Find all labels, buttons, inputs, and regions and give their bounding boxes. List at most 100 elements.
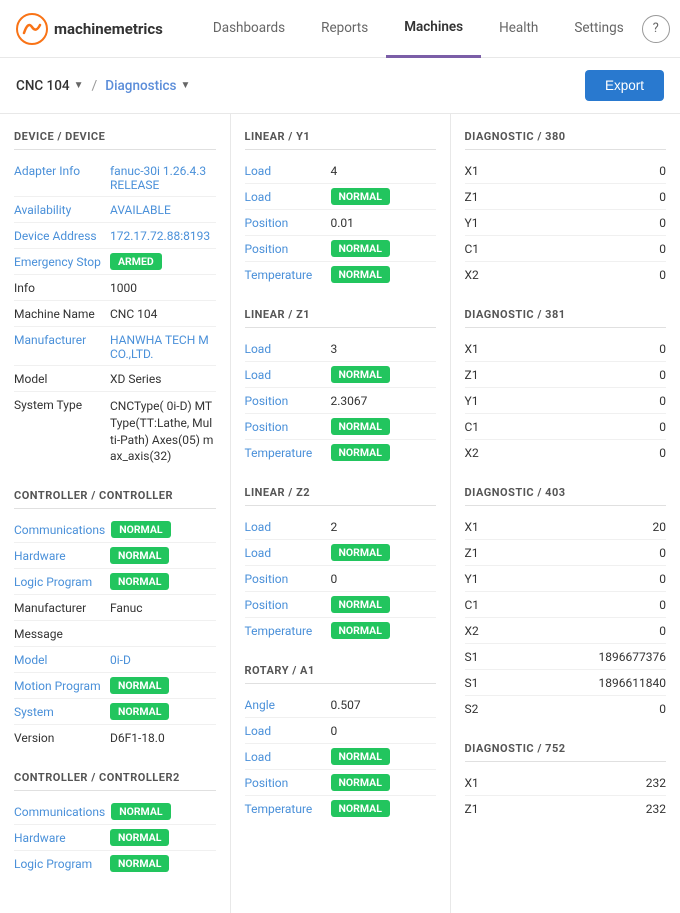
row-label: S2 bbox=[465, 700, 493, 716]
row-label: Load bbox=[245, 340, 325, 356]
row-label: Availability bbox=[14, 201, 104, 217]
section-title: DIAGNOSTIC / 752 bbox=[465, 742, 667, 762]
table-row: Load0 bbox=[245, 718, 436, 744]
row-value: 0 bbox=[499, 266, 667, 282]
row-label: X1 bbox=[465, 518, 493, 534]
status-badge: ARMED bbox=[110, 253, 162, 270]
nav-link-dashboards[interactable]: Dashboards bbox=[195, 0, 303, 58]
section-2: DIAGNOSTIC / 403X120Z10Y10C10X20S1189667… bbox=[465, 486, 667, 722]
row-label: X1 bbox=[465, 162, 493, 178]
help-button[interactable]: ? bbox=[642, 15, 670, 43]
row-value: 1896611840 bbox=[499, 674, 667, 690]
section-title: LINEAR / Y1 bbox=[245, 130, 436, 150]
row-label: X2 bbox=[465, 266, 493, 282]
row-label: S1 bbox=[465, 648, 493, 664]
table-row: Position NORMAL bbox=[245, 592, 436, 618]
row-label: Version bbox=[14, 729, 104, 745]
status-badge: NORMAL bbox=[110, 703, 169, 720]
section-2: LINEAR / Z2Load2LoadNORMALPosition0Posit… bbox=[245, 486, 436, 644]
nav-link-reports[interactable]: Reports bbox=[303, 0, 386, 58]
table-row: LoadNORMAL bbox=[245, 744, 436, 770]
row-label: Manufacturer bbox=[14, 599, 104, 615]
nav-link-machines[interactable]: Machines bbox=[386, 0, 481, 58]
row-label: Position bbox=[245, 774, 325, 790]
nav-link-settings[interactable]: Settings bbox=[556, 0, 641, 58]
table-row: S11896677376 bbox=[465, 644, 667, 670]
table-row: X10 bbox=[465, 158, 667, 184]
logo: machinemetrics bbox=[16, 13, 163, 45]
mid-column: LINEAR / Y1Load4LoadNORMALPosition0.01Po… bbox=[231, 114, 451, 913]
table-row: ModelXD Series bbox=[14, 366, 216, 392]
status-badge: NORMAL bbox=[331, 774, 390, 791]
table-row: Position0 bbox=[245, 566, 436, 592]
table-row: TemperatureNORMAL bbox=[245, 440, 436, 466]
row-value: 0 bbox=[499, 214, 667, 230]
row-label: Z1 bbox=[465, 544, 493, 560]
section-0: DIAGNOSTIC / 380X10Z10Y10C10X20 bbox=[465, 130, 667, 288]
row-value: 0 bbox=[499, 418, 667, 434]
row-value: 4 bbox=[331, 162, 436, 178]
row-value: 172.17.72.88:8193 bbox=[110, 227, 216, 243]
row-label: Emergency Stop bbox=[14, 253, 104, 269]
row-label: Adapter Info bbox=[14, 162, 104, 178]
row-label: Y1 bbox=[465, 392, 493, 408]
breadcrumb-separator: / bbox=[91, 78, 97, 94]
table-row: C10 bbox=[465, 236, 667, 262]
table-row: Info1000 bbox=[14, 275, 216, 301]
row-label: Machine Name bbox=[14, 305, 104, 321]
table-row: Load 3 bbox=[245, 336, 436, 362]
section-0: DEVICE / DEVICEAdapter Infofanuc-30i 1.2… bbox=[14, 130, 216, 469]
row-label: Z1 bbox=[465, 366, 493, 382]
row-label: Hardware bbox=[14, 547, 104, 563]
table-row: HardwareNORMAL bbox=[14, 825, 216, 851]
row-value: 0 bbox=[331, 722, 436, 738]
nav-link-health[interactable]: Health bbox=[481, 0, 556, 58]
row-label: Temperature bbox=[245, 266, 325, 282]
row-label: Manufacturer bbox=[14, 331, 104, 347]
row-label: Temperature bbox=[245, 800, 325, 816]
row-value: 232 bbox=[499, 800, 667, 816]
section-3: ROTARY / A1Angle0.507Load0LoadNORMALPosi… bbox=[245, 664, 436, 822]
export-button[interactable]: Export bbox=[585, 70, 664, 101]
table-row: LoadNORMAL bbox=[245, 184, 436, 210]
main-content: DEVICE / DEVICEAdapter Infofanuc-30i 1.2… bbox=[0, 114, 680, 913]
table-row: S11896611840 bbox=[465, 670, 667, 696]
status-badge: NORMAL bbox=[331, 418, 390, 435]
row-value: fanuc-30i 1.26.4.3 RELEASE bbox=[110, 162, 216, 192]
table-row: VersionD6F1-18.0 bbox=[14, 725, 216, 751]
table-row: PositionNORMAL bbox=[245, 414, 436, 440]
table-row: Position2.3067 bbox=[245, 388, 436, 414]
section-title: LINEAR / Z2 bbox=[245, 486, 436, 506]
row-label: Communications bbox=[14, 521, 105, 537]
table-row: X1 20 bbox=[465, 514, 667, 540]
row-label: Hardware bbox=[14, 829, 104, 845]
row-label: C1 bbox=[465, 596, 493, 612]
table-row: HardwareNORMAL bbox=[14, 543, 216, 569]
breadcrumb-page[interactable]: Diagnostics ▼ bbox=[105, 78, 190, 94]
status-badge: NORMAL bbox=[331, 596, 390, 613]
row-label: Y1 bbox=[465, 570, 493, 586]
row-value: 20 bbox=[499, 518, 667, 534]
row-value: 0 bbox=[499, 544, 667, 560]
table-row: Y10 bbox=[465, 210, 667, 236]
row-value: 3 bbox=[331, 340, 436, 356]
row-label: Load bbox=[245, 748, 325, 764]
row-label: Load bbox=[245, 188, 325, 204]
table-row: X20 bbox=[465, 440, 667, 466]
table-row: X10 bbox=[465, 336, 667, 362]
section-1: DIAGNOSTIC / 381X10Z10Y10C10X20 bbox=[465, 308, 667, 466]
row-value: XD Series bbox=[110, 370, 216, 386]
table-row: C10 bbox=[465, 414, 667, 440]
row-label: Position bbox=[245, 596, 325, 612]
table-row: Position NORMAL bbox=[245, 770, 436, 796]
row-label: Position bbox=[245, 392, 325, 408]
breadcrumb-machine[interactable]: CNC 104 ▼ bbox=[16, 78, 83, 94]
table-row: Load2 bbox=[245, 514, 436, 540]
nav-bar: machinemetrics Dashboards Reports Machin… bbox=[0, 0, 680, 58]
row-label: Z1 bbox=[465, 800, 493, 816]
row-value: 0.01 bbox=[331, 214, 436, 230]
status-badge: NORMAL bbox=[110, 573, 169, 590]
table-row: Adapter Info fanuc-30i 1.26.4.3 RELEASE bbox=[14, 158, 216, 197]
nav-links: Dashboards Reports Machines Health Setti… bbox=[195, 0, 642, 58]
table-row: ManufacturerFanuc bbox=[14, 595, 216, 621]
